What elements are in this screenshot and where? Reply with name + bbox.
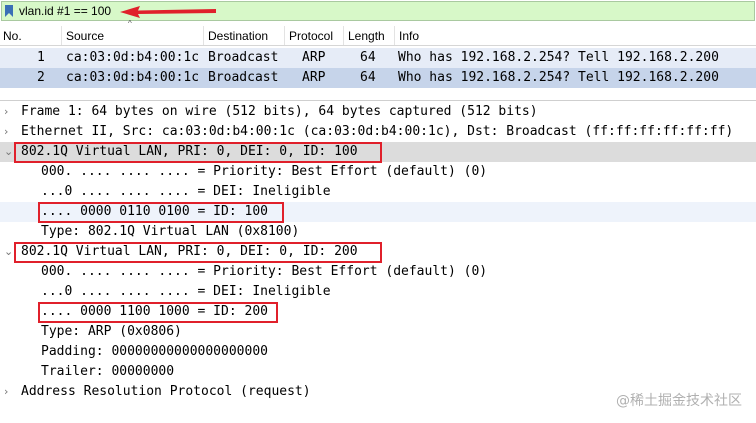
- column-separator: [203, 26, 204, 45]
- watermark: @稀土掘金技术社区: [616, 393, 742, 409]
- display-filter-bar: vlan.id #1 == 100: [0, 0, 756, 22]
- pane-splitter[interactable]: [0, 88, 756, 101]
- column-separator: [394, 26, 395, 45]
- packet-row[interactable]: 1 ca:03:0d:b4:00:1c Broadcast ARP 64 Who…: [0, 48, 756, 68]
- packet-destination: Broadcast: [208, 70, 279, 85]
- annotation-arrow-icon: [120, 6, 216, 18]
- detail-vlan1-dei[interactable]: ...0 .... .... .... = DEI: Ineligible: [0, 182, 756, 202]
- detail-text: 000. .... .... .... = Priority: Best Eff…: [41, 164, 488, 179]
- expand-open-icon[interactable]: ⌄: [4, 242, 13, 262]
- detail-frame[interactable]: › Frame 1: 64 bytes on wire (512 bits), …: [0, 102, 756, 122]
- detail-text: Address Resolution Protocol (request): [21, 384, 311, 399]
- packet-row[interactable]: 2 ca:03:0d:b4:00:1c Broadcast ARP 64 Who…: [0, 68, 756, 88]
- filter-text: vlan.id #1 == 100: [19, 4, 112, 18]
- expand-collapsed-icon[interactable]: ›: [4, 102, 8, 122]
- annotation-box-id100: [38, 202, 284, 223]
- column-no[interactable]: No.: [3, 29, 22, 43]
- annotation-box-vlan1: [14, 142, 382, 163]
- packet-info: Who has 192.168.2.254? Tell 192.168.2.20…: [398, 70, 719, 85]
- annotation-box-vlan2: [14, 242, 382, 263]
- annotation-box-id200: [38, 302, 278, 323]
- detail-text: Ethernet II, Src: ca:03:0d:b4:00:1c (ca:…: [21, 124, 734, 139]
- column-separator: [61, 26, 62, 45]
- packet-source: ca:03:0d:b4:00:1c: [66, 70, 200, 85]
- detail-text: ...0 .... .... .... = DEI: Ineligible: [41, 284, 331, 299]
- column-info[interactable]: Info: [399, 29, 419, 43]
- column-separator: [284, 26, 285, 45]
- packet-protocol: ARP: [302, 70, 326, 85]
- detail-text: Type: 802.1Q Virtual LAN (0x8100): [41, 224, 300, 239]
- column-length[interactable]: Length: [348, 29, 385, 43]
- detail-vlan2-padding[interactable]: Padding: 00000000000000000000: [0, 342, 756, 362]
- detail-text: Frame 1: 64 bytes on wire (512 bits), 64…: [21, 104, 538, 119]
- detail-vlan2-trailer[interactable]: Trailer: 00000000: [0, 362, 756, 382]
- packet-length: 64: [360, 50, 376, 65]
- packet-no: 2: [37, 70, 45, 85]
- expand-collapsed-icon[interactable]: ›: [4, 382, 8, 402]
- column-source[interactable]: Source: [66, 29, 104, 43]
- detail-text: Type: ARP (0x0806): [41, 324, 182, 339]
- packet-protocol: ARP: [302, 50, 326, 65]
- column-protocol[interactable]: Protocol: [289, 29, 333, 43]
- packet-info: Who has 192.168.2.254? Tell 192.168.2.20…: [398, 50, 719, 65]
- detail-ethernet[interactable]: › Ethernet II, Src: ca:03:0d:b4:00:1c (c…: [0, 122, 756, 142]
- detail-text: 000. .... .... .... = Priority: Best Eff…: [41, 264, 488, 279]
- detail-text: Padding: 00000000000000000000: [41, 344, 268, 359]
- detail-vlan1-type[interactable]: Type: 802.1Q Virtual LAN (0x8100): [0, 222, 756, 242]
- detail-vlan1-priority[interactable]: 000. .... .... .... = Priority: Best Eff…: [0, 162, 756, 182]
- bookmark-icon[interactable]: [5, 5, 13, 17]
- display-filter-input[interactable]: vlan.id #1 == 100: [1, 1, 755, 21]
- detail-text: Trailer: 00000000: [41, 364, 175, 379]
- detail-vlan2-type[interactable]: Type: ARP (0x0806): [0, 322, 756, 342]
- sort-ascending-icon: ^: [128, 19, 132, 28]
- packet-source: ca:03:0d:b4:00:1c: [66, 50, 200, 65]
- column-separator: [343, 26, 344, 45]
- packet-destination: Broadcast: [208, 50, 279, 65]
- column-destination[interactable]: Destination: [208, 29, 268, 43]
- packet-no: 1: [37, 50, 45, 65]
- detail-vlan2-dei[interactable]: ...0 .... .... .... = DEI: Ineligible: [0, 282, 756, 302]
- packet-details-pane: › Frame 1: 64 bytes on wire (512 bits), …: [0, 101, 756, 423]
- detail-text: ...0 .... .... .... = DEI: Ineligible: [41, 184, 331, 199]
- detail-vlan2-priority[interactable]: 000. .... .... .... = Priority: Best Eff…: [0, 262, 756, 282]
- expand-open-icon[interactable]: ⌄: [4, 142, 13, 162]
- expand-collapsed-icon[interactable]: ›: [4, 122, 8, 142]
- packet-list-header: No. Source ^ Destination Protocol Length…: [0, 19, 756, 46]
- packet-length: 64: [360, 70, 376, 85]
